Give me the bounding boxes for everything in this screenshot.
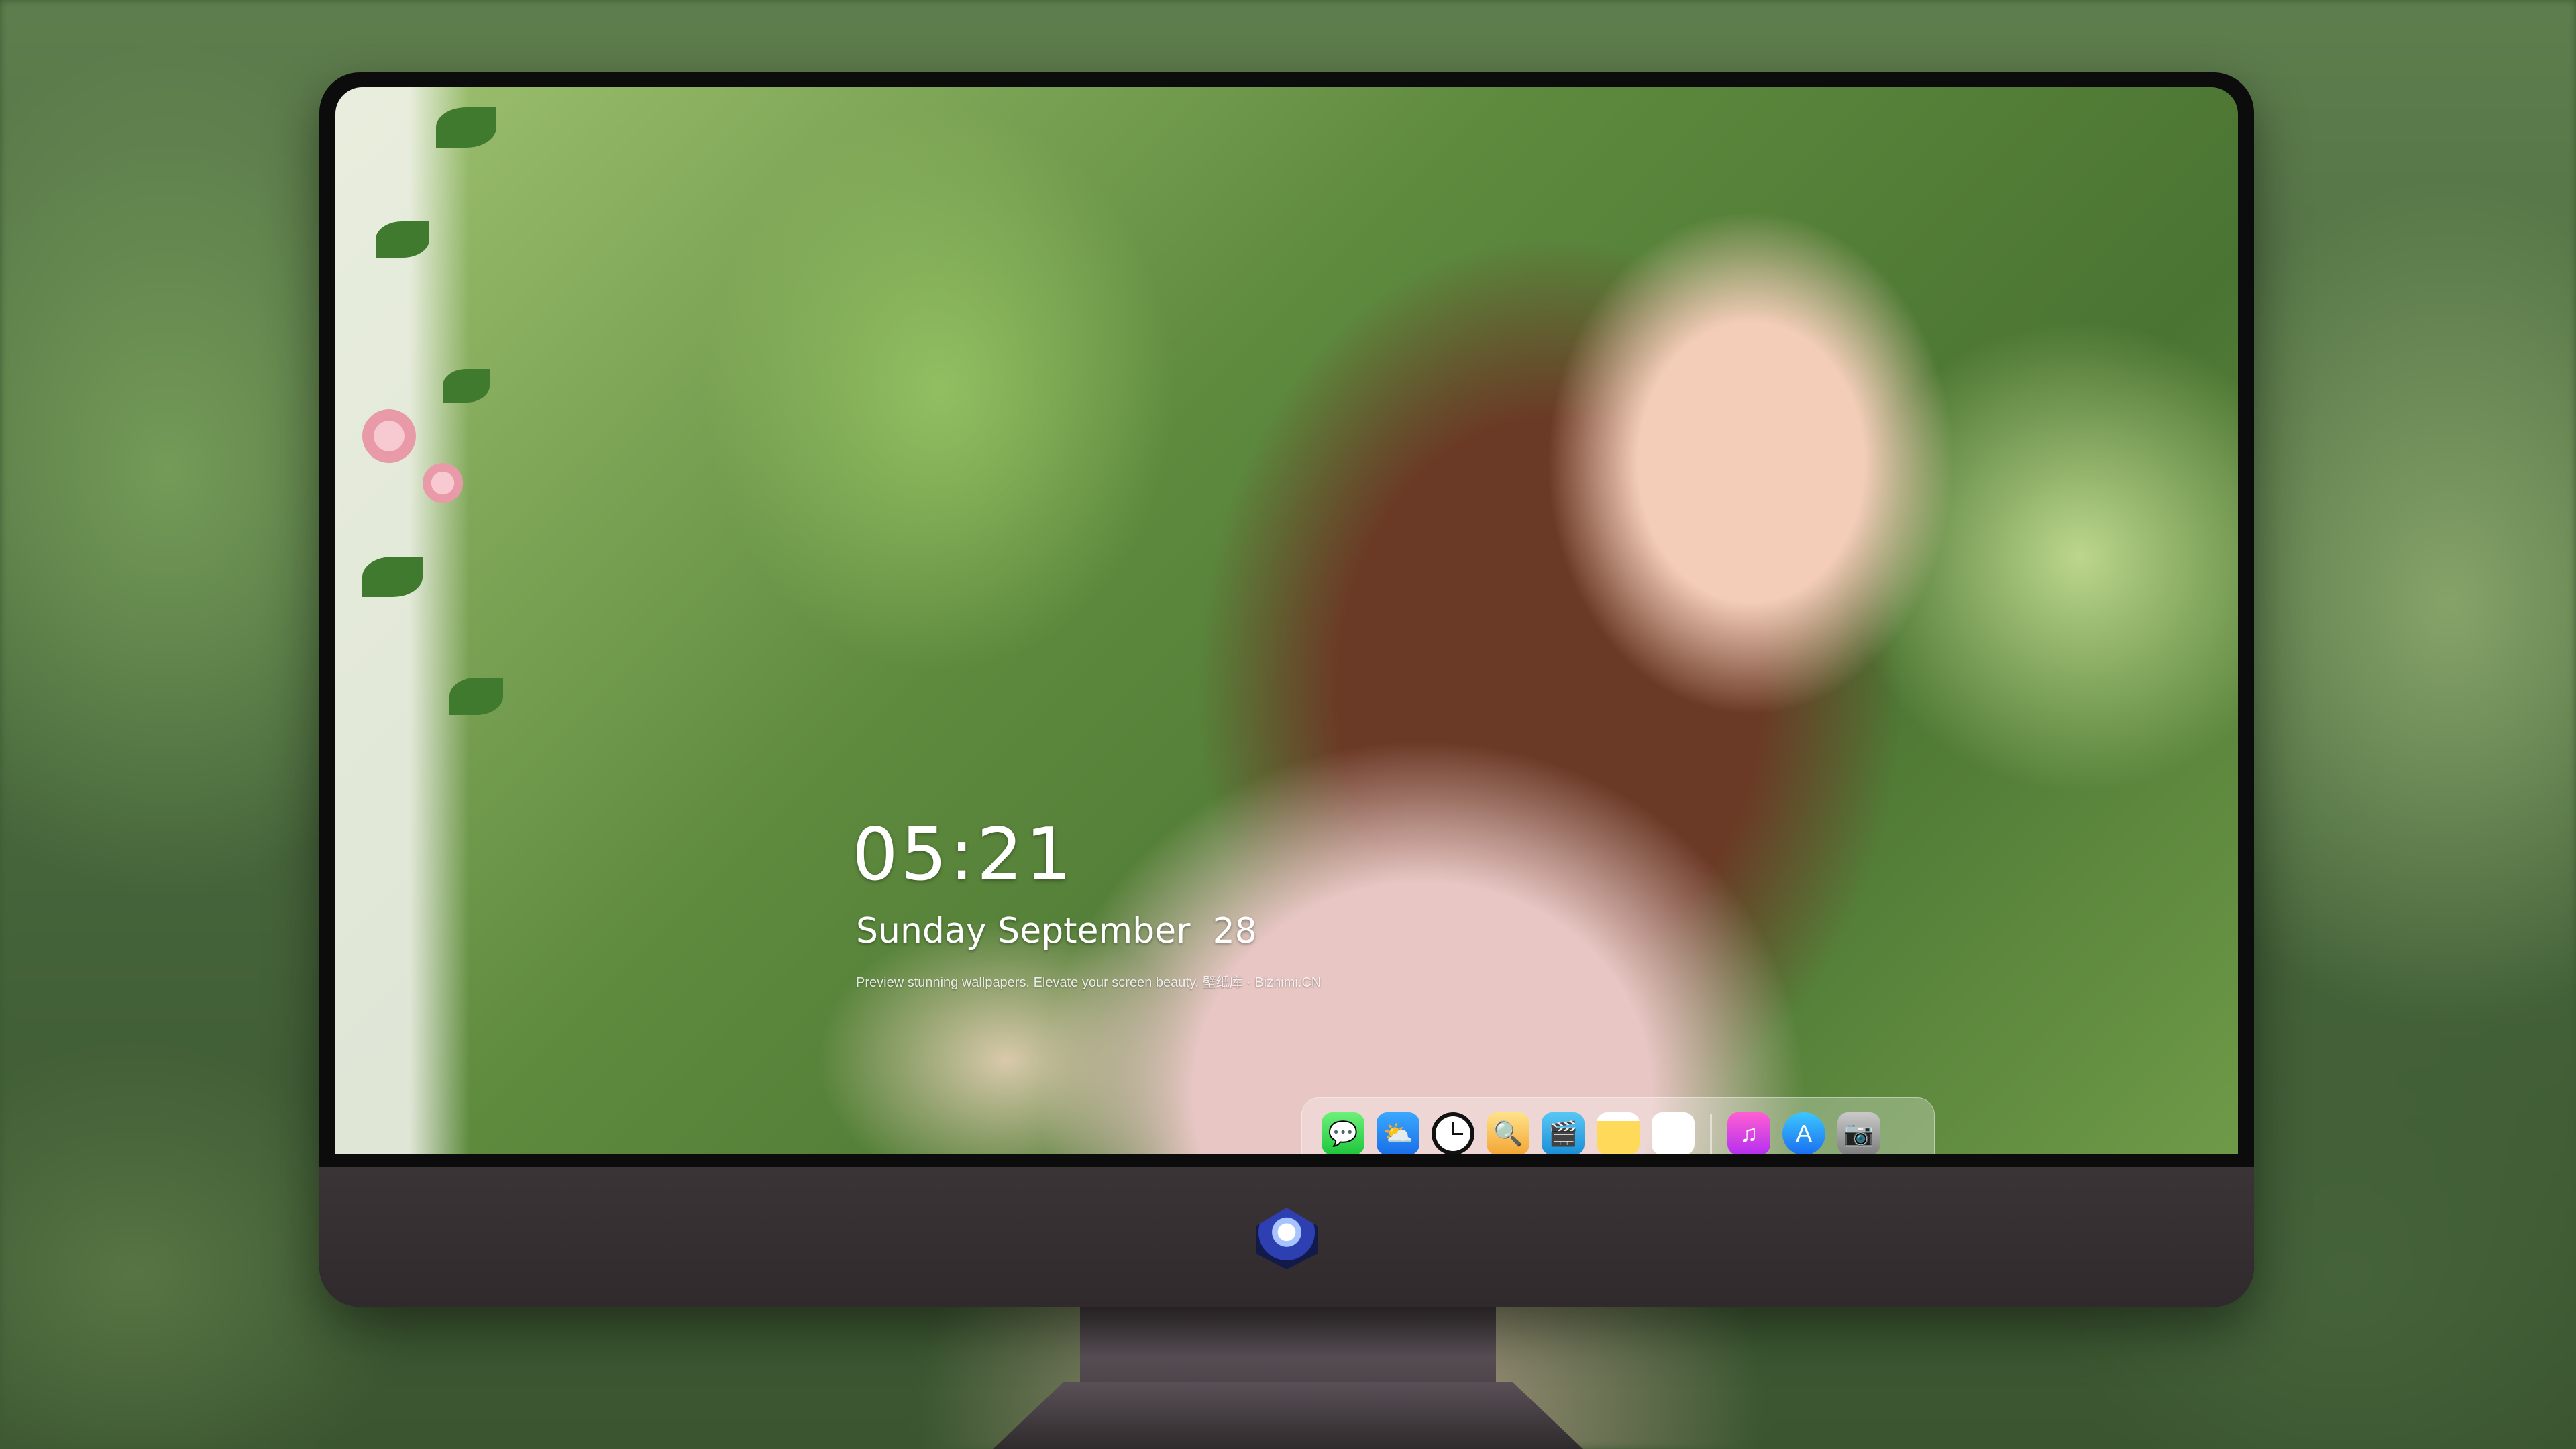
monitor-stand-neck	[1080, 1305, 1496, 1392]
lockscreen-time: 05:21	[852, 813, 1075, 897]
camera-icon[interactable]: 📷	[1837, 1112, 1880, 1154]
clapperboard-icon[interactable]: 🎬	[1542, 1112, 1585, 1154]
photos-icon[interactable]: 🖼	[1652, 1112, 1695, 1154]
messages-icon[interactable]: 💬	[1322, 1112, 1364, 1154]
preview-icon[interactable]: 🔍	[1487, 1112, 1529, 1154]
brand-logo-icon	[1256, 1208, 1318, 1269]
lockscreen-date: Sunday September 28	[856, 911, 1257, 951]
monitor-stand-base	[993, 1382, 1583, 1449]
clock-icon[interactable]	[1432, 1112, 1474, 1154]
notes-icon[interactable]	[1597, 1112, 1640, 1154]
dock: 💬 ⛅ 🔍 🎬 🖼 ♫ A 📷	[1301, 1097, 1935, 1154]
monitor-chin	[319, 1167, 2254, 1307]
desktop-screen: 05:21 Sunday September 28 Preview stunni…	[335, 87, 2238, 1154]
weather-icon[interactable]: ⛅	[1377, 1112, 1419, 1154]
wallpaper-tagline: Preview stunning wallpapers. Elevate you…	[856, 975, 1322, 990]
music-note-icon[interactable]: ♫	[1727, 1112, 1770, 1154]
app-store-icon[interactable]: A	[1782, 1112, 1825, 1154]
dock-separator	[1710, 1114, 1712, 1154]
wallpaper-vine-decoration	[335, 87, 537, 1154]
monitor: 05:21 Sunday September 28 Preview stunni…	[319, 72, 2254, 1307]
